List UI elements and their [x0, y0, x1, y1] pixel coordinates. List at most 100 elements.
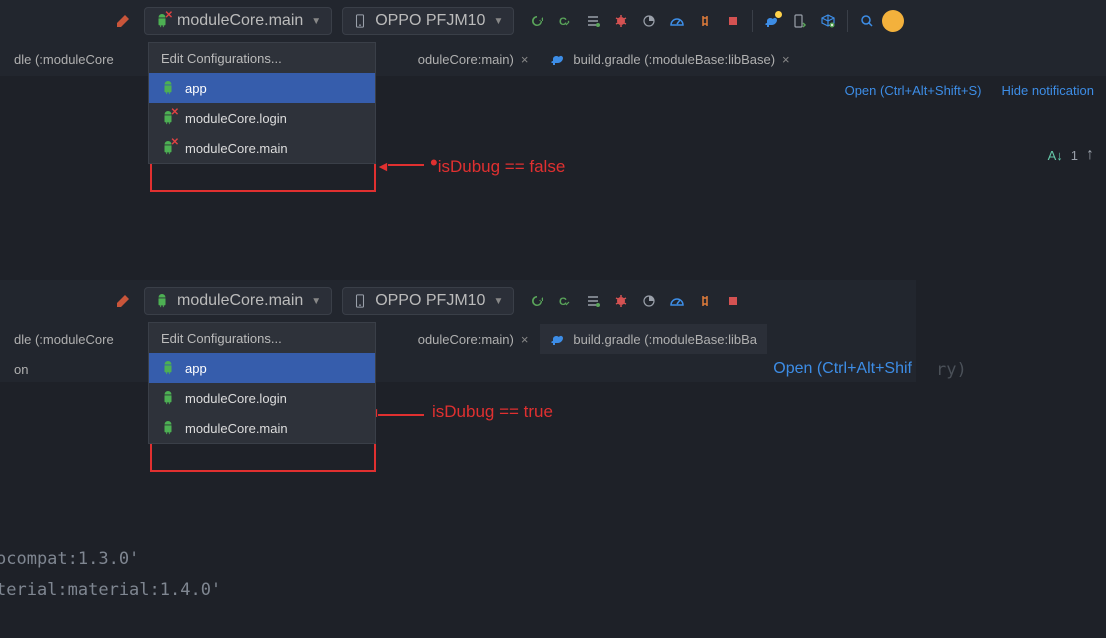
close-icon[interactable]: × [782, 52, 790, 67]
editor-tabs: dle (:moduleCore oduleCore:main) × build.… [0, 322, 916, 356]
avd-manager-icon[interactable] [787, 8, 813, 34]
device-label: OPPO PFJM10 [375, 292, 485, 310]
code-line: ocompat:1.3.0' [0, 544, 221, 575]
android-icon [161, 390, 175, 406]
debug-icon[interactable] [608, 8, 634, 34]
tab-label: on [14, 362, 28, 377]
editor-gutter-marks: A↓ 1 ↑ [1048, 146, 1094, 164]
menu-label: Edit Configurations... [161, 51, 282, 66]
build-icon[interactable] [110, 8, 136, 34]
profile-icon[interactable] [664, 8, 690, 34]
sync-badge [775, 11, 782, 18]
device-icon [353, 14, 367, 28]
gradle-file-icon [550, 331, 566, 347]
run-config-dropdown[interactable]: moduleCore.main ▼ [144, 287, 332, 315]
hide-notification-link[interactable]: Hide notification [1002, 83, 1095, 98]
android-icon [161, 360, 175, 376]
mark-count: 1 [1071, 148, 1078, 163]
run-coverage-icon[interactable]: C [552, 288, 578, 314]
tab-build-gradle[interactable]: build.gradle (:moduleBase:libBase) × [540, 44, 799, 74]
search-icon[interactable] [854, 8, 880, 34]
run-config-label: moduleCore.main [177, 12, 303, 30]
error-badge: ✕ [165, 10, 173, 21]
svg-text:C: C [559, 296, 567, 308]
tab-label: build.gradle (:moduleBase:libBase) [573, 52, 775, 67]
run-config-menu: Edit Configurations... app moduleCore.lo… [148, 322, 376, 444]
chevron-down-icon: ▼ [311, 16, 321, 27]
annotation-text: •isDubug == false [430, 152, 565, 178]
android-icon [155, 293, 169, 309]
up-arrow-icon[interactable]: ↑ [1086, 146, 1094, 164]
menu-label: moduleCore.login [185, 111, 287, 126]
user-icon[interactable] [882, 10, 904, 32]
tab-label: oduleCore:main) [418, 332, 514, 347]
menu-label: moduleCore.main [185, 141, 288, 156]
menu-label: moduleCore.login [185, 391, 287, 406]
stop-icon[interactable] [720, 8, 746, 34]
menu-edit-configs[interactable]: Edit Configurations... [149, 43, 375, 73]
menu-item-app[interactable]: app [149, 353, 375, 383]
tab-modulecore-main[interactable]: oduleCore:main) × [408, 324, 539, 354]
error-badge: ✕ [171, 107, 179, 118]
menu-item-main[interactable]: moduleCore.main [149, 413, 375, 443]
profile-icon[interactable] [664, 288, 690, 314]
debug-icon[interactable] [608, 288, 634, 314]
az-sort-icon[interactable]: A↓ [1048, 148, 1063, 163]
svg-text:C: C [559, 16, 567, 28]
tab-partial-suffix[interactable]: on [4, 357, 38, 381]
device-label: OPPO PFJM10 [375, 12, 485, 30]
menu-label: Edit Configurations... [161, 331, 282, 346]
android-icon [161, 420, 175, 436]
run-icon[interactable] [580, 8, 606, 34]
android-icon [161, 80, 175, 96]
gradle-sync-icon[interactable] [759, 8, 785, 34]
run-icon[interactable] [580, 288, 606, 314]
menu-label: app [185, 81, 207, 96]
menu-label: app [185, 361, 207, 376]
android-icon: ✕ [161, 140, 175, 156]
run-config-label: moduleCore.main [177, 292, 303, 310]
editor-subtabs: on Open (Ctrl+Alt+Shif [0, 356, 916, 382]
menu-item-login[interactable]: ✕ moduleCore.login [149, 103, 375, 133]
panel-top: ✕ moduleCore.main ▼ OPPO PFJM10 ▼ C dle … [0, 0, 1106, 268]
open-project-structure-link[interactable]: Open (Ctrl+Alt+Shift+S) [845, 83, 982, 98]
run-config-dropdown[interactable]: ✕ moduleCore.main ▼ [144, 7, 332, 35]
tab-partial[interactable]: dle (:moduleCore [4, 44, 124, 74]
build-icon[interactable] [110, 288, 136, 314]
open-project-structure-link[interactable]: Open (Ctrl+Alt+Shif [773, 360, 912, 378]
tab-label: dle (:moduleCore [14, 52, 114, 67]
stop-icon[interactable] [720, 288, 746, 314]
chevron-down-icon: ▼ [493, 16, 503, 27]
error-badge: ✕ [171, 137, 179, 148]
tab-label: build.gradle (:moduleBase:libBa [573, 332, 757, 347]
background-code: ry) [936, 360, 967, 380]
close-icon[interactable]: × [521, 52, 529, 67]
tab-modulecore-main[interactable]: oduleCore:main)× [408, 44, 539, 74]
coverage-icon[interactable] [636, 8, 662, 34]
coverage-icon[interactable] [636, 288, 662, 314]
menu-item-app[interactable]: app [149, 73, 375, 103]
attach-debugger-icon[interactable] [692, 288, 718, 314]
chevron-down-icon: ▼ [311, 296, 321, 307]
device-dropdown[interactable]: OPPO PFJM10 ▼ [342, 287, 514, 315]
sdk-manager-icon[interactable] [815, 8, 841, 34]
reload-icon[interactable] [524, 288, 550, 314]
run-config-menu: Edit Configurations... app ✕ moduleCore.… [148, 42, 376, 164]
code-line: terial:material:1.4.0' [0, 575, 221, 606]
tab-build-gradle[interactable]: build.gradle (:moduleBase:libBa [540, 324, 767, 354]
chevron-down-icon: ▼ [493, 296, 503, 307]
separator [847, 10, 848, 32]
tab-partial[interactable]: dle (:moduleCore [4, 324, 124, 354]
run-coverage-icon[interactable]: C [552, 8, 578, 34]
menu-item-main[interactable]: ✕ moduleCore.main [149, 133, 375, 163]
android-icon: ✕ [155, 13, 169, 29]
gradle-file-icon [550, 51, 566, 67]
menu-edit-configs[interactable]: Edit Configurations... [149, 323, 375, 353]
close-icon[interactable]: × [521, 332, 529, 347]
toolbar: ✕ moduleCore.main ▼ OPPO PFJM10 ▼ C [0, 0, 1106, 42]
attach-debugger-icon[interactable] [692, 8, 718, 34]
device-dropdown[interactable]: OPPO PFJM10 ▼ [342, 7, 514, 35]
annotation-arrow-line [388, 164, 424, 166]
reload-icon[interactable] [524, 8, 550, 34]
menu-item-login[interactable]: moduleCore.login [149, 383, 375, 413]
